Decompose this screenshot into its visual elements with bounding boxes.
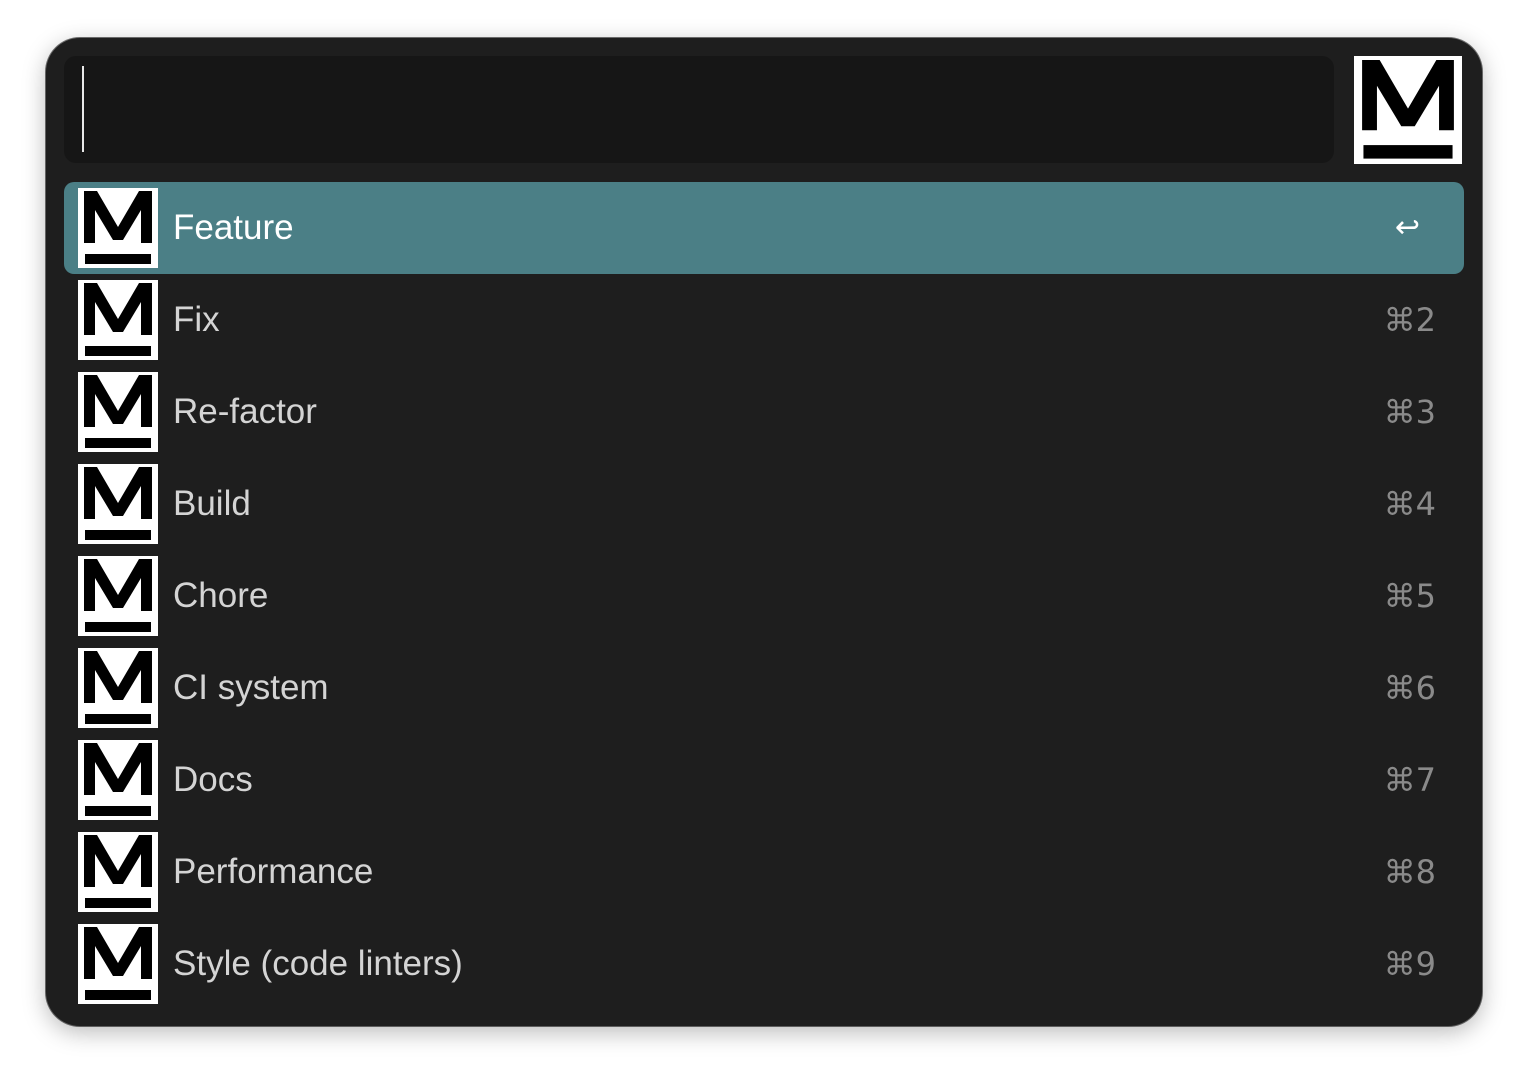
return-key-icon: ↩ — [1394, 210, 1420, 245]
m-logo-icon — [78, 556, 158, 636]
search-input[interactable] — [64, 56, 1334, 163]
shortcut-hint: ⌘4 — [1383, 485, 1436, 523]
shortcut-hint: ⌘3 — [1383, 393, 1436, 431]
shortcut-hint: ⌘8 — [1383, 853, 1436, 891]
shortcut-hint: ⌘7 — [1383, 761, 1436, 799]
list-item-label: Style (code linters) — [173, 944, 463, 983]
m-logo-icon — [78, 372, 158, 452]
m-logo-icon — [78, 740, 158, 820]
m-logo-icon — [78, 188, 158, 268]
shortcut-hint: ⌘5 — [1383, 577, 1436, 615]
list-item-label: Re-factor — [173, 392, 317, 431]
list-item-label: Build — [173, 484, 251, 523]
launcher-window: Feature ↩ Fix ⌘2 Re-factor ⌘3 Build ⌘4 C… — [46, 38, 1482, 1026]
shortcut-hint: ⌘2 — [1383, 301, 1436, 339]
list-item[interactable]: Performance ⌘8 — [64, 826, 1464, 918]
list-item[interactable]: Docs ⌘7 — [64, 734, 1464, 826]
shortcut-hint: ⌘9 — [1383, 945, 1436, 983]
shortcut-hint: ⌘6 — [1383, 669, 1436, 707]
list-item[interactable]: Style (code linters) ⌘9 — [64, 918, 1464, 1010]
list-item-label: Docs — [173, 760, 253, 799]
list-item[interactable]: CI system ⌘6 — [64, 642, 1464, 734]
list-item[interactable]: Chore ⌘5 — [64, 550, 1464, 642]
m-logo-icon — [78, 924, 158, 1004]
list-item[interactable]: Fix ⌘2 — [64, 274, 1464, 366]
m-logo-icon — [78, 280, 158, 360]
list-item[interactable]: Build ⌘4 — [64, 458, 1464, 550]
m-logo-icon — [78, 832, 158, 912]
list-item-label: Fix — [173, 300, 220, 339]
m-logo-icon — [78, 464, 158, 544]
text-caret — [82, 66, 84, 152]
list-item[interactable]: Re-factor ⌘3 — [64, 366, 1464, 458]
m-logo-icon — [1354, 56, 1462, 164]
list-item-label: Performance — [173, 852, 374, 891]
results-list: Feature ↩ Fix ⌘2 Re-factor ⌘3 Build ⌘4 C… — [64, 182, 1464, 1010]
list-item-label: Feature — [173, 208, 294, 247]
list-item-label: CI system — [173, 668, 329, 707]
list-item[interactable]: Feature ↩ — [64, 182, 1464, 274]
list-item-label: Chore — [173, 576, 269, 615]
m-logo-icon — [78, 648, 158, 728]
